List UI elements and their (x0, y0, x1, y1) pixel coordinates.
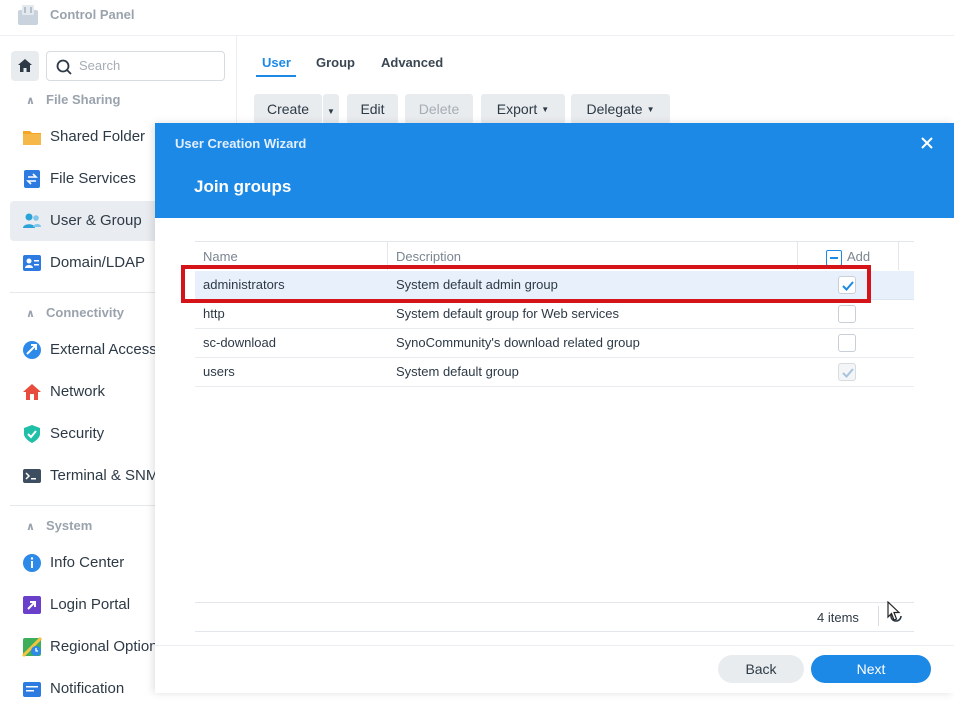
select-all-checkbox[interactable] (826, 250, 842, 266)
control-panel-icon (18, 5, 38, 25)
next-button[interactable]: Next (811, 655, 931, 683)
highlight-box (181, 265, 871, 303)
home-icon (18, 59, 32, 72)
search-box[interactable] (46, 51, 225, 81)
shield-icon (24, 425, 40, 443)
add-checkbox (838, 363, 856, 381)
caret-down-icon: ▼ (327, 107, 335, 116)
add-checkbox[interactable] (838, 334, 856, 352)
home-button[interactable] (11, 51, 39, 81)
grid-footer-border (195, 602, 914, 603)
users-icon (23, 213, 41, 228)
caret-down-icon: ▼ (646, 105, 655, 115)
group-description: System default group for Web services (396, 306, 620, 321)
step-title: Join groups (194, 177, 292, 196)
tab-advanced[interactable]: Advanced (381, 55, 443, 70)
house-network-icon (23, 384, 41, 400)
section-file-sharing[interactable]: ∧ File Sharing (26, 92, 120, 107)
column-separator (898, 242, 899, 270)
notification-icon (23, 682, 41, 697)
add-checkbox[interactable] (838, 305, 856, 323)
search-input[interactable] (79, 58, 219, 73)
info-icon (23, 554, 41, 572)
group-name: sc-download (203, 335, 276, 350)
dialog-title: User Creation Wizard (175, 136, 307, 151)
column-header-add: Add (847, 249, 871, 264)
chevron-up-icon: ∧ (26, 95, 35, 107)
items-count: 4 items (817, 610, 859, 625)
user-creation-wizard-dialog: User Creation Wizard Join groups Name De… (155, 123, 954, 693)
create-button[interactable]: Create (254, 94, 322, 124)
column-header-name[interactable]: Name (203, 249, 238, 264)
grid-top-border (195, 241, 914, 242)
chevron-up-icon: ∧ (26, 308, 35, 320)
login-portal-icon (23, 596, 41, 614)
group-description: System default group (396, 364, 519, 379)
checkmark-icon (842, 368, 854, 378)
close-icon[interactable] (917, 133, 937, 153)
export-button[interactable]: Export ▼ (481, 94, 565, 124)
group-name: http (203, 306, 225, 321)
tab-group[interactable]: Group (316, 55, 355, 70)
table-row[interactable]: users System default group (195, 358, 914, 387)
back-button[interactable]: Back (718, 655, 804, 683)
delegate-button[interactable]: Delegate ▼ (571, 94, 670, 124)
mouse-cursor-icon (887, 601, 901, 621)
create-dropdown-button[interactable]: ▼ (323, 94, 339, 124)
section-connectivity[interactable]: ∧ Connectivity (26, 305, 124, 320)
dialog-header: User Creation Wizard Join groups (155, 123, 954, 218)
search-icon (56, 59, 72, 75)
group-description: SynoCommunity's download related group (396, 335, 640, 350)
terminal-icon (23, 469, 41, 483)
table-row[interactable]: sc-download SynoCommunity's download rel… (195, 329, 914, 358)
active-tab-indicator (256, 75, 296, 77)
domain-icon (23, 255, 41, 271)
edit-button[interactable]: Edit (347, 94, 398, 124)
column-header-description[interactable]: Description (396, 249, 461, 264)
file-services-icon (24, 170, 40, 188)
table-row[interactable]: http System default group for Web servic… (195, 300, 914, 329)
app-title: Control Panel (50, 7, 135, 22)
group-name: users (203, 364, 235, 379)
caret-down-icon: ▼ (541, 105, 550, 115)
title-bar: Control Panel (0, 0, 954, 36)
footer-separator (878, 606, 879, 626)
dialog-footer-divider (155, 645, 954, 646)
chevron-up-icon: ∧ (26, 521, 35, 533)
external-access-icon (23, 341, 41, 359)
grid-bottom-border (195, 631, 914, 632)
folder-icon (23, 131, 41, 145)
delete-button[interactable]: Delete (405, 94, 473, 124)
tab-user[interactable]: User (262, 55, 291, 70)
regional-icon (22, 637, 42, 657)
section-system[interactable]: ∧ System (26, 518, 92, 533)
